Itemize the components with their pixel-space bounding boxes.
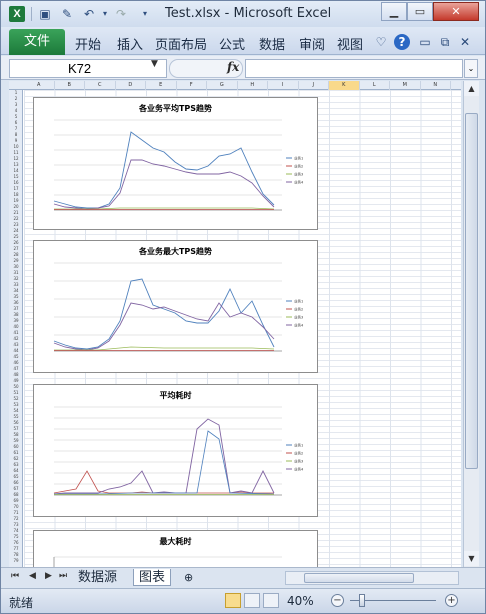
scroll-down-icon[interactable]: ▼ (464, 551, 479, 566)
chart-avg-tps-plot: 业务1 业务2 业务3 业务4 (53, 119, 304, 211)
legend: 业务1 业务2 业务3 业务4 (286, 443, 304, 472)
vertical-scroll-thumb[interactable] (465, 113, 478, 469)
chart-max-tps[interactable]: 各业务最大TPS趋势 业务1 业务2 业务3 业务4 (33, 240, 318, 373)
name-box[interactable]: K72 (9, 59, 167, 78)
column-header-e[interactable]: E (146, 81, 177, 90)
zoom-slider-thumb[interactable] (359, 594, 365, 607)
column-header-k[interactable]: K (329, 81, 360, 90)
window-title: Test.xlsx - Microsoft Excel (165, 6, 332, 21)
save-icon[interactable]: ▣ (37, 6, 53, 22)
svg-text:业务4: 业务4 (294, 323, 304, 328)
tab-review[interactable]: 审阅 (299, 34, 325, 53)
sheet-tab-bar: ⏮ ◀ ▶ ⏭ 数据源 图表 ⊕ (1, 567, 485, 587)
normal-view-icon[interactable] (225, 593, 241, 608)
status-ready: 就绪 (9, 596, 34, 610)
sheet-tab-data-source[interactable]: 数据源 (73, 569, 122, 586)
scroll-up-icon[interactable]: ▲ (464, 81, 479, 96)
legend: 业务1 业务2 业务3 业务4 (286, 156, 304, 185)
close-button[interactable]: ✕ (433, 2, 479, 21)
column-header-h[interactable]: H (238, 81, 268, 90)
customize-qat-icon[interactable]: ▾ (137, 6, 153, 22)
svg-text:业务1: 业务1 (294, 299, 303, 304)
column-header-n[interactable]: N (421, 81, 451, 90)
ribbon-tabs: 文件 开始 插入 页面布局 公式 数据 审阅 视图 ♡ ? ▭ ⧉ ✕ (1, 27, 485, 55)
zoom-in-icon[interactable]: + (445, 594, 458, 607)
column-header-o[interactable]: O (451, 81, 461, 90)
page-break-view-icon[interactable] (263, 593, 279, 608)
chart-max-tps-plot: 业务1 业务2 业务3 业务4 (53, 262, 304, 352)
zoom-level[interactable]: 40% (287, 594, 314, 608)
qat-separator (31, 7, 32, 21)
svg-text:业务4: 业务4 (294, 180, 304, 185)
row-header[interactable]: 79 (9, 558, 23, 564)
excel-app-icon[interactable]: X (9, 6, 25, 22)
format-painter-icon[interactable]: ✎ (59, 6, 75, 22)
horizontal-scrollbar[interactable] (285, 571, 459, 585)
tab-home[interactable]: 开始 (75, 34, 101, 53)
svg-text:业务1: 业务1 (294, 156, 303, 161)
column-header-g[interactable]: G (207, 81, 238, 90)
chart-avg-latency[interactable]: 平均耗时 业务1 业务2 业务3 业务4 (33, 384, 318, 517)
prev-sheet-icon[interactable]: ◀ (29, 571, 36, 581)
row-headers: 1 2 3 4 5 6 7 8 9 10 11 12 13 14 15 16 17 18 19 20 21 22 23 24 2… (9, 90, 23, 567)
redo-icon: ↷ (115, 7, 127, 21)
column-header-c[interactable]: C (85, 81, 116, 90)
workbook-minimize-icon[interactable]: ▭ (417, 34, 433, 50)
column-header-j[interactable]: J (299, 81, 329, 90)
svg-text:业务2: 业务2 (294, 451, 303, 456)
chart-avg-tps[interactable]: 各业务平均TPS趋势 业务1 业务2 业务3 业务4 (33, 97, 318, 230)
minimize-button[interactable]: ▁ (381, 2, 407, 21)
expand-formula-bar-icon[interactable]: ⌄ (464, 59, 478, 78)
worksheet-grid[interactable]: ABCDEFGHIJKLMNO 123456789101112131415161… (9, 81, 461, 567)
column-header-i[interactable]: I (268, 81, 299, 90)
sheet-tab-charts[interactable]: 图表 (133, 569, 172, 586)
excel-window: X ▣ ✎ ↶ ▾ ↷ ▾ Test.xlsx - Microsoft Exce… (0, 0, 486, 614)
formula-input[interactable] (245, 59, 463, 78)
chart-max-latency[interactable]: 最大耗时 (33, 530, 318, 567)
first-sheet-icon[interactable]: ⏮ (11, 571, 19, 581)
page-layout-view-icon[interactable] (244, 593, 260, 608)
tab-file[interactable]: 文件 (9, 29, 65, 55)
tab-view[interactable]: 视图 (337, 34, 363, 53)
collapse-ribbon-icon[interactable]: ♡ (373, 34, 389, 50)
formula-bar: K72 ▼ fx ⌄ (1, 56, 485, 80)
tab-formulas[interactable]: 公式 (219, 34, 245, 53)
next-sheet-icon[interactable]: ▶ (45, 571, 52, 581)
tab-page-layout[interactable]: 页面布局 (155, 34, 207, 53)
column-header-a[interactable]: A (24, 81, 55, 90)
svg-text:业务3: 业务3 (294, 315, 303, 320)
insert-function-icon[interactable]: fx (227, 60, 239, 74)
svg-text:业务2: 业务2 (294, 164, 303, 169)
undo-dropdown-icon[interactable]: ▾ (97, 6, 113, 22)
undo-icon[interactable]: ↶ (81, 6, 97, 22)
svg-text:业务4: 业务4 (294, 467, 304, 472)
column-header-l[interactable]: L (360, 81, 390, 90)
chart-max-latency-plot (53, 556, 282, 567)
column-header-d[interactable]: D (116, 81, 146, 90)
zoom-out-icon[interactable]: − (331, 594, 344, 607)
name-box-dropdown-icon[interactable]: ▼ (151, 59, 158, 69)
column-header-b[interactable]: B (55, 81, 85, 90)
column-headers: ABCDEFGHIJKLMNO (9, 81, 461, 90)
legend: 业务1 业务2 业务3 业务4 (286, 299, 304, 328)
column-header-m[interactable]: M (390, 81, 421, 90)
tab-insert[interactable]: 插入 (117, 34, 143, 53)
insert-sheet-icon[interactable]: ⊕ (179, 569, 198, 586)
maximize-button[interactable]: ▭ (407, 2, 433, 21)
svg-text:业务3: 业务3 (294, 459, 303, 464)
svg-text:业务1: 业务1 (294, 443, 303, 448)
workbook-restore-icon[interactable]: ⧉ (437, 34, 453, 50)
workbook-close-icon[interactable]: ✕ (457, 34, 473, 50)
tab-data[interactable]: 数据 (259, 34, 285, 53)
vertical-scrollbar[interactable]: ▲ ▼ (463, 81, 479, 567)
horizontal-scroll-thumb[interactable] (304, 573, 414, 583)
svg-text:业务3: 业务3 (294, 172, 303, 177)
column-header-f[interactable]: F (177, 81, 207, 90)
svg-text:业务2: 业务2 (294, 307, 303, 312)
chart-avg-latency-plot: 业务1 业务2 业务3 业务4 (53, 406, 304, 496)
title-bar: X ▣ ✎ ↶ ▾ ↷ ▾ Test.xlsx - Microsoft Exce… (1, 1, 485, 27)
help-icon[interactable]: ? (394, 34, 410, 50)
last-sheet-icon[interactable]: ⏭ (59, 571, 67, 581)
status-bar: 就绪 40% − + (1, 588, 485, 613)
